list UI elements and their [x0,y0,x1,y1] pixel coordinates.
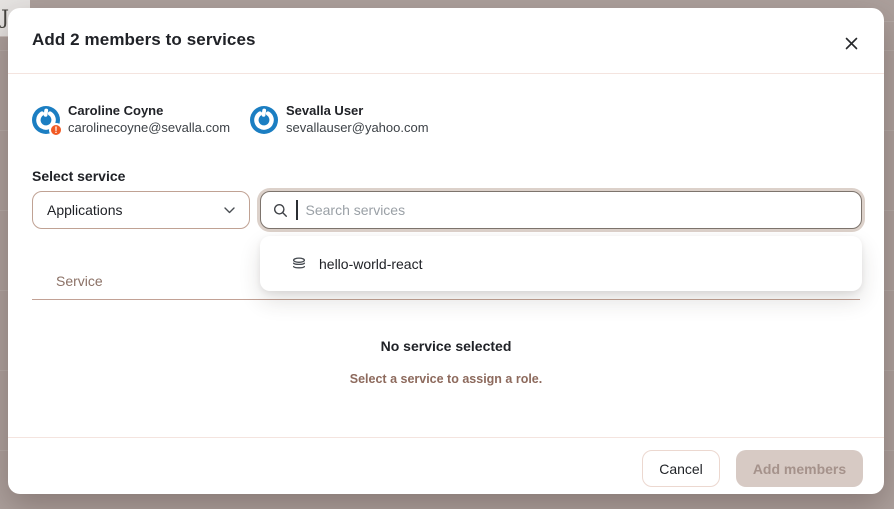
add-members-dialog: Add 2 members to services ! Caroline Coy… [8,8,884,494]
member-name: Sevalla User [286,102,429,119]
service-type-value: Applications [47,202,123,218]
service-column-header: Service [56,273,103,289]
table-header-divider [32,299,860,300]
member-card: Sevalla User sevallauser@yahoo.com [250,100,429,136]
search-result-label: hello-world-react [319,256,422,272]
chevron-down-icon [224,207,235,214]
dialog-footer: Cancel Add members [642,450,863,487]
member-email: carolinecoyne@sevalla.com [68,119,230,136]
search-icon [273,203,288,218]
search-result-item[interactable]: hello-world-react [260,244,862,284]
close-icon [845,37,858,50]
footer-divider [8,437,884,438]
empty-state-title: No service selected [8,338,884,354]
search-results-dropdown: hello-world-react [260,236,862,291]
cancel-button[interactable]: Cancel [642,450,720,487]
empty-state-hint: Select a service to assign a role. [8,372,884,386]
member-name: Caroline Coyne [68,102,230,119]
avatar [250,106,278,134]
select-service-label: Select service [32,168,125,184]
warning-badge: ! [49,123,63,137]
member-card: ! Caroline Coyne carolinecoyne@sevalla.c… [32,100,230,136]
search-services-input[interactable] [306,202,850,218]
search-services-input-box[interactable] [260,191,862,229]
stack-icon [291,256,307,272]
add-members-button[interactable]: Add members [736,450,863,487]
header-divider [8,73,884,74]
avatar: ! [32,106,60,134]
service-type-select[interactable]: Applications [32,191,250,229]
text-caret [296,200,298,220]
member-info: Caroline Coyne carolinecoyne@sevalla.com [68,100,230,136]
close-button[interactable] [840,32,862,54]
member-email: sevallauser@yahoo.com [286,119,429,136]
sevalla-logo-icon [250,106,278,134]
dialog-title: Add 2 members to services [32,30,256,50]
member-info: Sevalla User sevallauser@yahoo.com [286,100,429,136]
